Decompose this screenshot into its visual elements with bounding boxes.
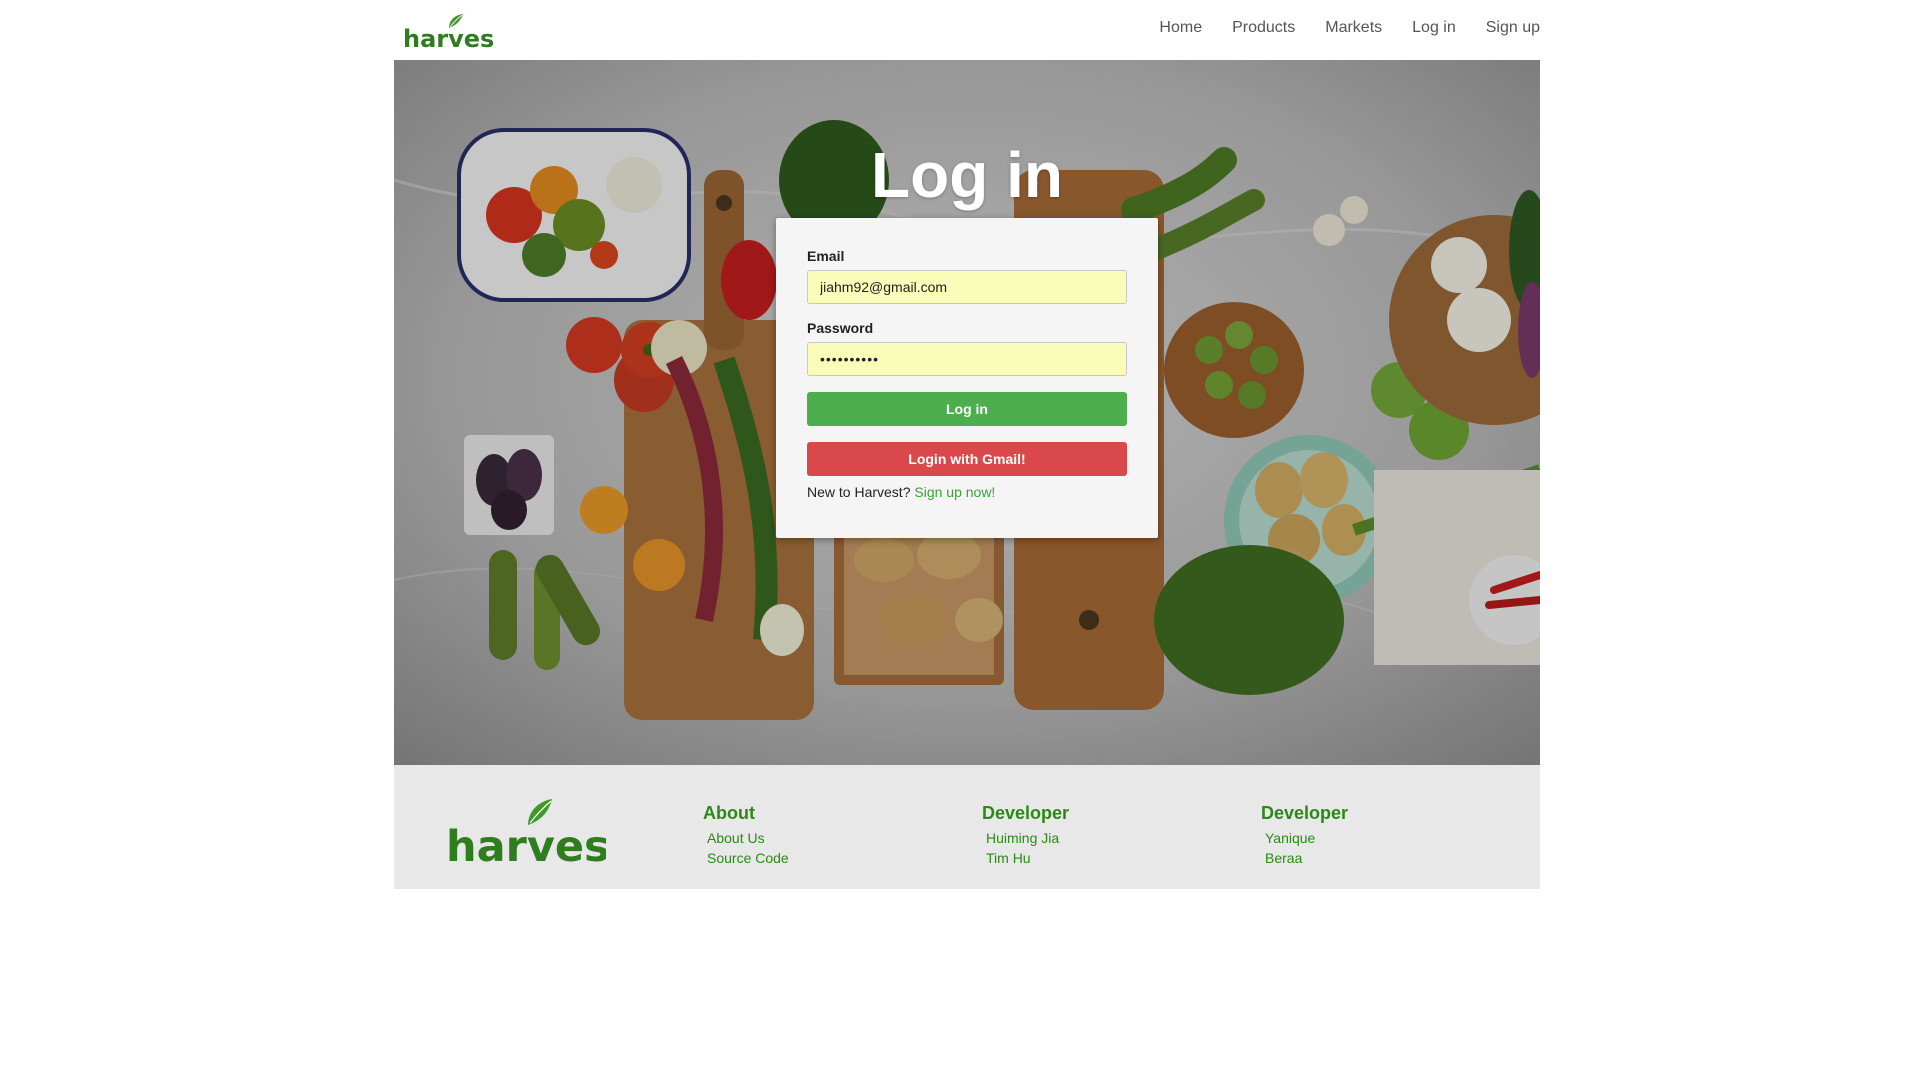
footer-link-source-code[interactable]: Source Code: [707, 848, 789, 868]
nav-home-link[interactable]: Home: [1159, 19, 1202, 37]
footer-link-tim-hu[interactable]: Tim Hu: [986, 848, 1069, 868]
footer-link-huiming-jia[interactable]: Huiming Jia: [986, 828, 1069, 848]
footer-link-about-us[interactable]: About Us: [707, 828, 789, 848]
footer-harvest-logo: harvest: [446, 799, 606, 867]
email-field-group: Email: [807, 248, 1127, 304]
footer-heading-about: About: [703, 803, 755, 823]
nav-links: Home Products Markets Log in Sign up: [1129, 0, 1540, 56]
footer-column-developer-2: Developer Yanique Beraa: [1261, 803, 1348, 868]
nav-markets-link[interactable]: Markets: [1325, 19, 1382, 37]
footer-link-yanique[interactable]: Yanique: [1265, 828, 1348, 848]
footer-link-beraa[interactable]: Beraa: [1265, 848, 1348, 868]
gmail-login-button[interactable]: Login with Gmail!: [807, 442, 1127, 476]
nav-signup-link[interactable]: Sign up: [1486, 19, 1540, 37]
svg-text:harvest: harvest: [446, 822, 606, 867]
login-form: Email Password Log in Login with Gmail! …: [807, 248, 1127, 500]
footer-heading-developer: Developer: [1261, 803, 1349, 823]
password-field[interactable]: [807, 342, 1127, 376]
footer-column-about: About About Us Source Code: [703, 803, 789, 868]
signup-prompt-text: New to Harvest?: [807, 484, 911, 500]
password-label: Password: [807, 320, 874, 336]
footer-heading-developer: Developer: [982, 803, 1070, 823]
signup-prompt-line: New to Harvest? Sign up now!: [807, 484, 1127, 500]
hero-section: Log in Email Password Log in Login with …: [394, 60, 1540, 765]
signup-now-link[interactable]: Sign up now!: [914, 484, 995, 500]
email-label: Email: [807, 248, 845, 264]
login-button[interactable]: Log in: [807, 392, 1127, 426]
nav-products-link[interactable]: Products: [1232, 19, 1295, 37]
footer: harvest About About Us Source Code Devel…: [394, 765, 1540, 889]
login-form-card: Email Password Log in Login with Gmail! …: [776, 218, 1158, 538]
svg-text:harvest: harvest: [403, 25, 493, 52]
harvest-logo[interactable]: harvest: [403, 12, 493, 52]
nav-login-link[interactable]: Log in: [1412, 19, 1456, 37]
page: harvest Home Products Markets Log in Sig…: [0, 0, 1920, 1080]
footer-column-developer-1: Developer Huiming Jia Tim Hu: [982, 803, 1069, 868]
navbar: harvest Home Products Markets Log in Sig…: [394, 0, 1540, 60]
page-title: Log in: [871, 139, 1063, 211]
email-field[interactable]: [807, 270, 1127, 304]
password-field-group: Password: [807, 320, 1127, 376]
